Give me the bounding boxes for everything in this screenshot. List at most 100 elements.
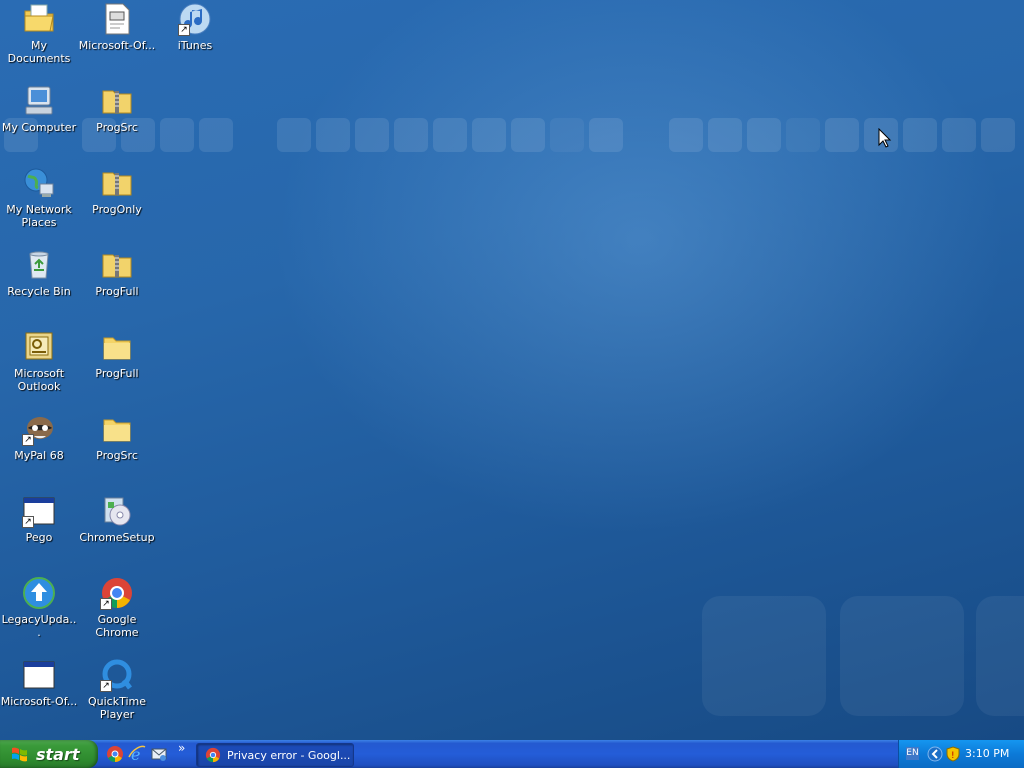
security-shield-icon[interactable]: ! [945, 746, 961, 762]
clock[interactable]: 3:10 PM [965, 747, 1009, 760]
desktop-icon-label: iTunes [177, 39, 213, 52]
shortcut-arrow-icon: ↗ [22, 434, 34, 446]
wallpaper-tile [747, 118, 781, 152]
desktop-icon-chromesetup[interactable]: ChromeSetup [78, 494, 156, 566]
desktop-icon-label: ProgOnly [92, 203, 142, 216]
desktop-icon-label: Microsoft-Of... [0, 695, 78, 708]
windows-logo-icon [12, 747, 27, 762]
shortcut-arrow-icon: ↗ [22, 516, 34, 528]
language-indicator[interactable]: EN [906, 747, 919, 760]
wallpaper-tile [394, 118, 428, 152]
my-documents-icon [22, 2, 56, 36]
desktop-icon-progfull-zip[interactable]: ProgFull [78, 248, 156, 320]
itunes-icon: ↗ [178, 2, 212, 36]
quicklaunch-outlook-express-icon[interactable] [150, 745, 168, 763]
taskbar-button-chrome-window[interactable]: Privacy error - Googl... [196, 743, 354, 767]
wallpaper-tile [589, 118, 623, 152]
wallpaper-tile [316, 118, 350, 152]
shortcut-arrow-icon: ↗ [100, 598, 112, 610]
desktop-icon-microsoft-office-2[interactable]: Microsoft-Of... [0, 658, 78, 730]
desktop-icon-progfull-folder[interactable]: ProgFull [78, 330, 156, 402]
desktop-icon-recycle-bin[interactable]: Recycle Bin [0, 248, 78, 320]
shortcut-arrow-icon: ↗ [178, 24, 190, 36]
quicklaunch-overflow-button[interactable]: » [178, 741, 185, 755]
quicklaunch-internet-explorer-icon[interactable]: e [128, 745, 146, 763]
desktop-icon-google-chrome[interactable]: ↗ Google Chrome [78, 576, 156, 648]
shortcut-arrow-icon: ↗ [100, 680, 112, 692]
desktop-icon-label: MyPal 68 [14, 449, 64, 462]
mouse-cursor-icon [878, 128, 892, 148]
document-icon [100, 2, 134, 36]
wallpaper-tile [976, 596, 1024, 716]
zip-folder-icon [100, 248, 134, 282]
desktop-icon-label: QuickTime Player [87, 695, 147, 721]
wallpaper-tile [550, 118, 584, 152]
desktop-icon-label: ProgSrc [96, 121, 138, 134]
desktop-icon-label: My Network Places [6, 203, 72, 229]
outlook-icon [22, 330, 56, 364]
desktop-icon-label: ProgFull [95, 285, 139, 298]
zip-folder-icon [100, 166, 134, 200]
network-places-icon [22, 166, 56, 200]
desktop-icon-legacy-update[interactable]: LegacyUpda... [0, 576, 78, 648]
desktop-icon-label: Microsoft Outlook [13, 367, 65, 393]
recycle-bin-icon [22, 248, 56, 282]
desktop-icon-label: Recycle Bin [7, 285, 71, 298]
desktop-icon-pego[interactable]: ↗ Pego [0, 494, 78, 566]
quicktime-icon: ↗ [100, 658, 134, 692]
desktop-icon-my-network-places[interactable]: My Network Places [0, 166, 78, 238]
desktop-icon-my-documents[interactable]: My Documents [0, 2, 78, 74]
desktop-icon-label: My Computer [1, 121, 77, 134]
start-button[interactable]: start [0, 740, 98, 768]
wallpaper-tile [786, 118, 820, 152]
zip-folder-icon [100, 84, 134, 118]
wallpaper-tile [903, 118, 937, 152]
desktop-icon-label: LegacyUpda... [1, 613, 77, 639]
desktop-icon-microsoft-office-1[interactable]: Microsoft-Of... [78, 2, 156, 74]
mypal-icon: ↗ [22, 412, 56, 446]
wallpaper-tile [669, 118, 703, 152]
desktop-icon-itunes[interactable]: ↗ iTunes [156, 2, 234, 74]
wallpaper-tile [433, 118, 467, 152]
wallpaper-tile [511, 118, 545, 152]
desktop-icon-label: Pego [25, 531, 53, 544]
desktop[interactable]: My Documents My Computer My Network Plac… [0, 0, 1024, 740]
my-computer-icon [22, 84, 56, 118]
folder-icon [100, 330, 134, 364]
wallpaper-tile [702, 596, 826, 716]
wallpaper-tile [981, 118, 1015, 152]
desktop-icon-progsrc-folder[interactable]: ProgSrc [78, 412, 156, 484]
desktop-icon-my-computer[interactable]: My Computer [0, 84, 78, 156]
desktop-icon-progsrc-zip[interactable]: ProgSrc [78, 84, 156, 156]
wallpaper-tile [160, 118, 194, 152]
window-app-icon: ↗ [22, 494, 56, 528]
svg-text:!: ! [951, 751, 955, 761]
desktop-icon-label: ProgSrc [96, 449, 138, 462]
system-tray: EN ! 3:10 PM [898, 740, 1024, 768]
show-hidden-icons-chevron-icon[interactable] [927, 746, 943, 762]
desktop-icon-label: ChromeSetup [79, 531, 155, 544]
update-icon [22, 576, 56, 610]
desktop-icon-quicktime[interactable]: ↗ QuickTime Player [78, 658, 156, 730]
wallpaper-tile [825, 118, 859, 152]
wallpaper-tile [277, 118, 311, 152]
wallpaper-tile [942, 118, 976, 152]
desktop-icon-mypal[interactable]: ↗ MyPal 68 [0, 412, 78, 484]
desktop-icon-label: Google Chrome [95, 613, 139, 639]
wallpaper-tile [199, 118, 233, 152]
chrome-icon [205, 747, 221, 763]
taskbar: start e » Privacy error - Googl... EN ! … [0, 740, 1024, 768]
desktop-icon-progonly[interactable]: ProgOnly [78, 166, 156, 238]
quicklaunch-chrome-icon[interactable] [106, 745, 124, 763]
wallpaper-tile [840, 596, 964, 716]
window-app-icon [22, 658, 56, 692]
wallpaper-tile [355, 118, 389, 152]
desktop-icon-label: ProgFull [95, 367, 139, 380]
folder-icon [100, 412, 134, 446]
taskbar-button-label: Privacy error - Googl... [227, 748, 351, 762]
desktop-icon-microsoft-outlook[interactable]: Microsoft Outlook [0, 330, 78, 402]
desktop-icon-label: My Documents [7, 39, 71, 65]
desktop-icon-label: Microsoft-Of... [78, 39, 156, 52]
chrome-icon: ↗ [100, 576, 134, 610]
setup-icon [100, 494, 134, 528]
